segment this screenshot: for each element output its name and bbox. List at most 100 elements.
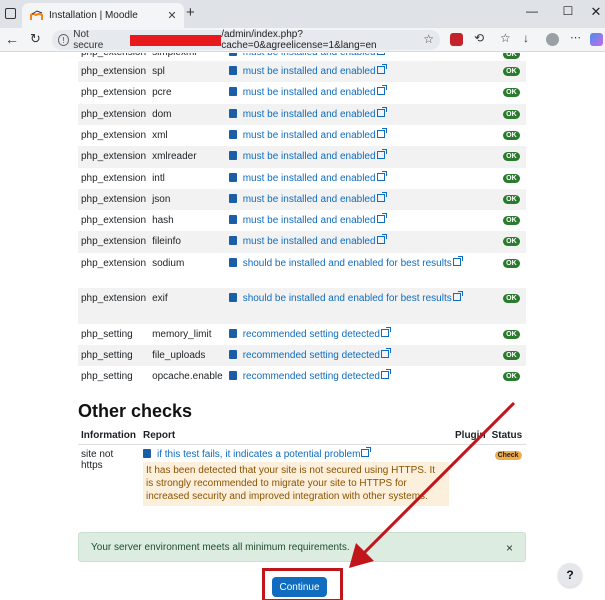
book-icon — [143, 449, 151, 458]
book-icon — [228, 151, 237, 160]
env-report-cell[interactable]: must be installed and enabled — [226, 231, 486, 253]
download-icon[interactable]: ↓ — [523, 31, 529, 45]
tab-close-icon[interactable]: ✕ — [165, 9, 179, 22]
table-row: php_extension sodium should be installed a… — [78, 253, 526, 288]
env-report-cell[interactable]: must be installed and enabled — [226, 82, 486, 104]
env-status-cell: OK — [486, 253, 526, 288]
env-name-cell: xml — [152, 130, 168, 141]
env-report-cell[interactable]: should be installed and enabled for best… — [226, 288, 486, 324]
table-row: php_setting opcache.enable recommended set… — [78, 366, 526, 388]
env-report-cell[interactable]: recommended setting detected — [226, 324, 486, 345]
env-report-cell[interactable]: recommended setting detected — [226, 345, 486, 366]
status-badge: OK — [503, 259, 520, 268]
browser-tab[interactable]: Installation | Moodle ✕ — [22, 3, 184, 28]
env-name-cell: spl — [152, 66, 165, 77]
bookmark-star-icon[interactable]: ☆ — [423, 32, 434, 46]
help-button[interactable]: ? — [558, 563, 582, 587]
table-row: php_extension xml must be installed and en… — [78, 125, 526, 146]
report-link[interactable]: must be installed and enabled — [243, 130, 376, 141]
copilot-icon[interactable] — [590, 33, 603, 46]
browser-tab-bar: Installation | Moodle ✕ + — ☐ ✕ — [0, 0, 605, 28]
tab-actions-icon[interactable] — [5, 8, 16, 19]
book-icon — [228, 293, 237, 302]
report-link[interactable]: recommended setting detected — [243, 371, 380, 382]
table-row: site not https if this test fails, it in… — [78, 445, 526, 511]
status-badge: OK — [503, 131, 520, 140]
status-badge: OK — [503, 351, 520, 360]
env-name-cell: intl — [152, 173, 165, 184]
report-link[interactable]: should be installed and enabled for best… — [243, 258, 452, 269]
env-report-cell[interactable]: must be installed and enabled — [226, 61, 486, 82]
report-link[interactable]: if this test fails, it indicates a poten… — [143, 447, 449, 460]
external-link-icon — [381, 327, 391, 337]
ublock-extension-icon[interactable] — [450, 33, 463, 46]
status-badge: OK — [503, 67, 520, 76]
new-tab-button[interactable]: + — [186, 4, 195, 21]
env-report-cell[interactable]: must be installed and enabled — [226, 146, 486, 168]
env-name-cell: fileinfo — [152, 236, 181, 247]
env-name-cell: memory_limit — [152, 329, 212, 340]
env-report-cell[interactable]: recommended setting detected — [226, 366, 486, 388]
status-badge: OK — [503, 174, 520, 183]
maximize-button[interactable]: ☐ — [558, 4, 578, 18]
external-link-icon — [376, 213, 387, 223]
environment-table: php_extensionsimplexmlmust be installed … — [78, 53, 526, 388]
external-link-icon — [376, 53, 385, 55]
other-checks-header-row: Information Report Plugin Status — [78, 427, 526, 445]
report-link-text[interactable]: if this test fails, it indicates a poten… — [157, 449, 360, 460]
continue-button[interactable]: Continue — [272, 577, 327, 597]
external-link-icon — [376, 149, 387, 159]
env-report-cell[interactable]: must be installed and enabled — [226, 168, 486, 189]
external-link-icon — [376, 171, 387, 181]
env-report-cell[interactable]: must be installed and enabled — [226, 210, 486, 231]
report-link[interactable]: must be installed and enabled — [243, 109, 376, 120]
report-link[interactable]: recommended setting detected — [243, 350, 380, 361]
env-report-cell[interactable]: should be installed and enabled for best… — [226, 253, 486, 288]
external-link-icon — [376, 128, 387, 138]
minimize-button[interactable]: — — [522, 4, 542, 18]
env-name-cell: file_uploads — [152, 350, 206, 361]
env-status-cell: OK — [486, 53, 526, 61]
reload-icon[interactable]: ↻ — [30, 31, 41, 47]
env-name-cell: dom — [152, 109, 172, 120]
report-link[interactable]: must be installed and enabled — [243, 53, 376, 58]
favorites-icon[interactable]: ☆ — [500, 31, 511, 45]
report-link[interactable]: must be installed and enabled — [243, 215, 376, 226]
status-cell: Check — [489, 445, 526, 511]
report-link[interactable]: must be installed and enabled — [243, 151, 376, 162]
more-menu-icon[interactable]: ⋯ — [570, 31, 581, 44]
status-badge: OK — [503, 110, 520, 119]
book-icon — [228, 215, 237, 224]
report-link[interactable]: should be installed and enabled for best… — [243, 293, 452, 304]
report-link[interactable]: recommended setting detected — [243, 329, 380, 340]
report-link[interactable]: must be installed and enabled — [243, 87, 376, 98]
report-link[interactable]: must be installed and enabled — [243, 236, 376, 247]
env-name-cell: exif — [152, 293, 168, 304]
extension-icon[interactable]: ⟲ — [474, 31, 484, 45]
back-icon[interactable]: ← — [5, 31, 19, 47]
report-link[interactable]: must be installed and enabled — [243, 173, 376, 184]
report-link[interactable]: must be installed and enabled — [243, 66, 376, 77]
book-icon — [228, 194, 237, 203]
status-badge: OK — [503, 195, 520, 204]
env-type-cell: php_setting — [81, 371, 133, 382]
report-header: Report — [140, 427, 452, 445]
info-icon[interactable]: ! — [58, 34, 70, 46]
profile-avatar-icon[interactable] — [546, 33, 559, 46]
https-warning: It has been detected that your site is n… — [143, 462, 449, 506]
env-report-cell[interactable]: must be installed and enabled — [226, 125, 486, 146]
other-checks-table: Information Report Plugin Status site no… — [78, 427, 526, 510]
env-report-cell[interactable]: must be installed and enabled — [226, 53, 486, 61]
table-row: php_extension spl must be installed and en… — [78, 61, 526, 82]
report-link[interactable]: must be installed and enabled — [243, 194, 376, 205]
env-report-cell[interactable]: must be installed and enabled — [226, 104, 486, 125]
window-close-button[interactable]: ✕ — [586, 4, 605, 20]
book-icon — [228, 109, 237, 118]
url-field[interactable]: ! Not secure /admin/index.php?cache=0&ag… — [52, 29, 440, 51]
env-status-cell: OK — [486, 288, 526, 324]
not-secure-label[interactable]: Not secure — [73, 29, 118, 51]
env-status-cell: OK — [486, 61, 526, 82]
moodle-favicon-icon — [30, 10, 43, 20]
close-icon[interactable]: × — [506, 541, 513, 555]
env-report-cell[interactable]: must be installed and enabled — [226, 189, 486, 210]
